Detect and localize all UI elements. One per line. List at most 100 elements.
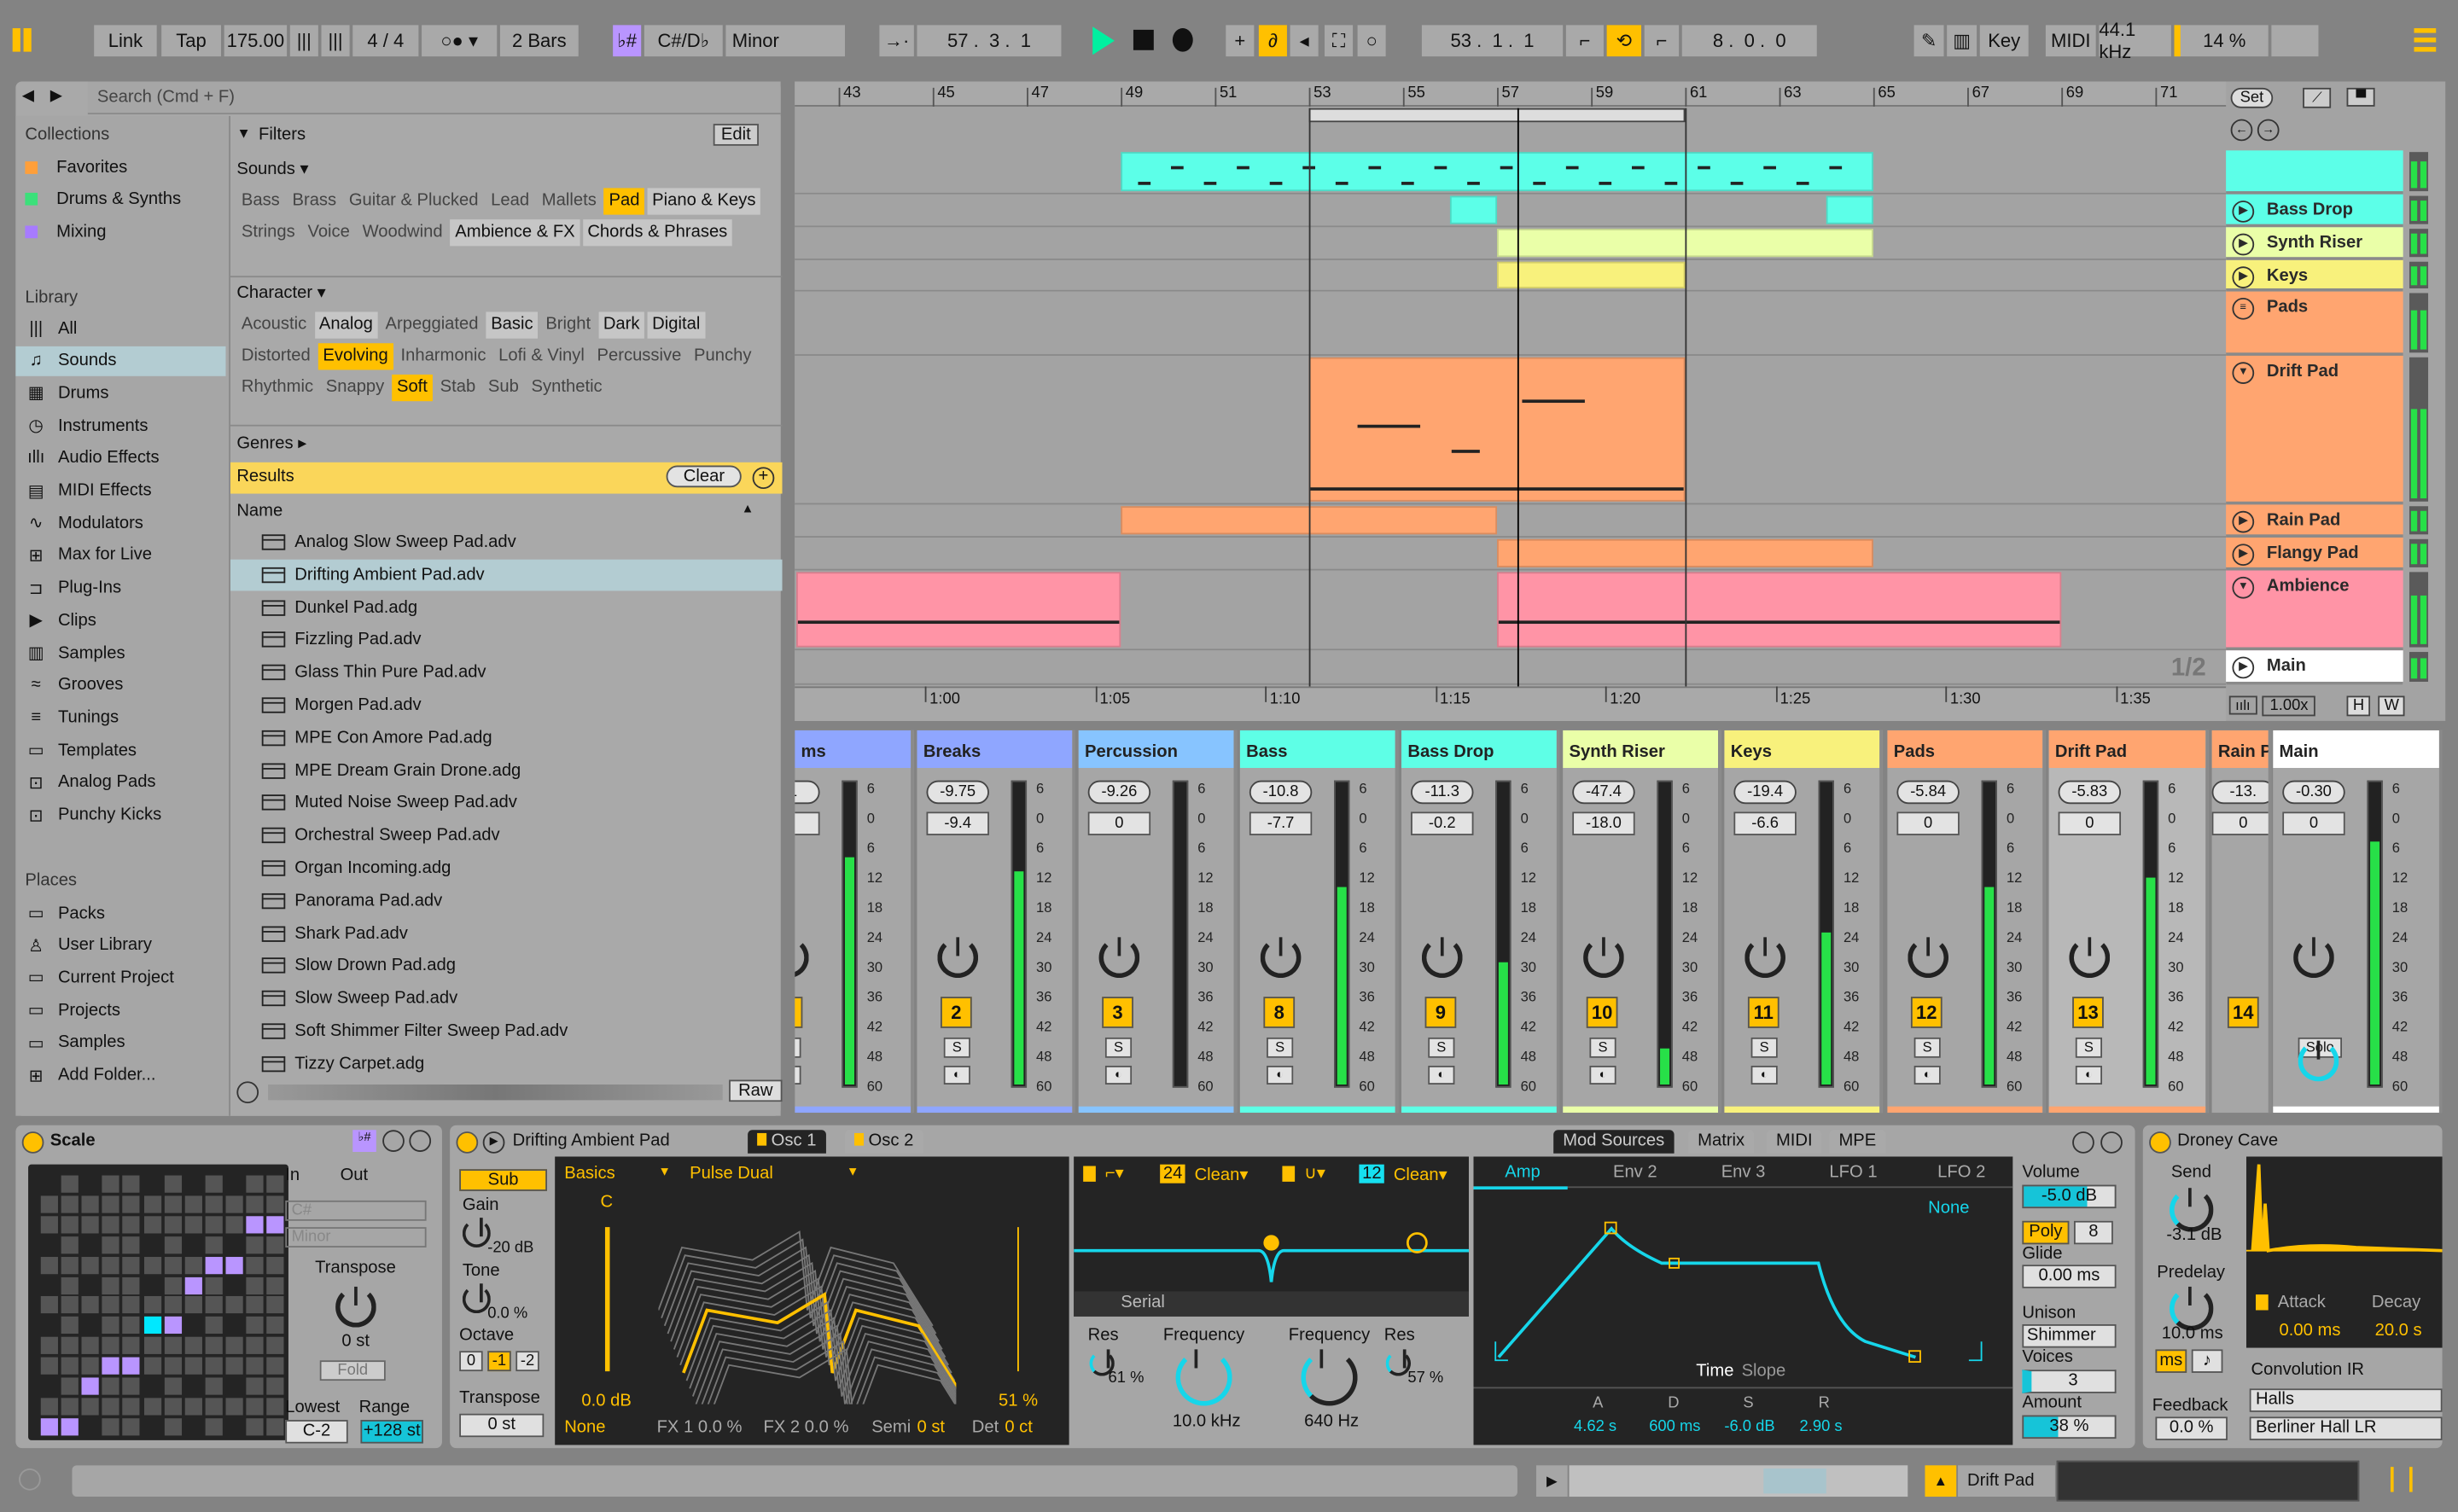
sort-icon[interactable]: ▲: [742, 502, 754, 516]
solo-button[interactable]: S: [1267, 1037, 1294, 1058]
filter-tag-sub[interactable]: Sub: [483, 375, 523, 401]
level-slider[interactable]: [604, 1227, 610, 1372]
monitor-button[interactable]: ◐: [1750, 1065, 1778, 1085]
raw-button[interactable]: Raw: [729, 1079, 783, 1102]
filter-tag-ambience-fx[interactable]: Ambience & FX: [450, 219, 580, 247]
sidebar-item-projects[interactable]: ▭ Projects: [15, 995, 225, 1025]
tab-osc-1[interactable]: Osc 1: [748, 1130, 826, 1154]
volume-readout[interactable]: -9.75: [926, 780, 989, 805]
envelope-curve[interactable]: [1489, 1216, 1991, 1373]
scale-cell[interactable]: [225, 1357, 243, 1375]
play-icon[interactable]: ▶: [2232, 266, 2255, 288]
scale-grid[interactable]: [28, 1164, 288, 1440]
sidebar-item-midi-effects[interactable]: ▤ MIDI Effects: [15, 475, 225, 505]
preview-toggle-icon[interactable]: [236, 1081, 259, 1104]
filter-tag-woodwind[interactable]: Woodwind: [358, 219, 447, 246]
scale-cell[interactable]: [102, 1357, 120, 1375]
scale-cell[interactable]: [266, 1256, 284, 1274]
time-tab[interactable]: Time: [1696, 1362, 1733, 1381]
scale-cell[interactable]: [40, 1398, 58, 1416]
tempo-field[interactable]: 175.00: [224, 25, 288, 57]
osc-category-dropdown[interactable]: Basics: [564, 1165, 615, 1183]
scale-cell[interactable]: [61, 1236, 79, 1253]
scale-cell[interactable]: [205, 1276, 223, 1294]
solo-button[interactable]: S: [943, 1037, 970, 1058]
monitor-button[interactable]: ◐: [1589, 1065, 1616, 1085]
send-field[interactable]: 0: [1896, 811, 1960, 835]
clip[interactable]: [1308, 357, 1686, 502]
link-button[interactable]: Link: [94, 25, 157, 57]
scale-cell[interactable]: [164, 1337, 182, 1355]
scale-cell[interactable]: [61, 1377, 79, 1395]
filter-tag-chords-phrases[interactable]: Chords & Phrases: [582, 219, 732, 247]
range-field[interactable]: +128 st: [360, 1420, 423, 1444]
back-to-arrangement-icon[interactable]: ◂: [1290, 25, 1319, 57]
punch-out-icon[interactable]: ⌐: [1644, 25, 1680, 57]
track-activator-button[interactable]: 10: [1586, 997, 1618, 1028]
scale-cell[interactable]: [205, 1236, 223, 1253]
loop-brace[interactable]: [1308, 108, 1686, 123]
punch-in-icon[interactable]: ⌐: [1565, 25, 1604, 57]
time-signature-field[interactable]: 4 / 4: [352, 25, 419, 57]
track-title-bar[interactable]: Drift Pad: [2048, 730, 2206, 768]
scale-cell[interactable]: [102, 1296, 120, 1314]
scale-cell[interactable]: [102, 1276, 120, 1294]
volume-readout[interactable]: -19.4: [1733, 780, 1797, 805]
scale-cell[interactable]: [246, 1296, 264, 1314]
volume-readout[interactable]: -47.4: [1572, 780, 1635, 805]
volume-readout[interactable]: -5.84: [1896, 780, 1960, 805]
scale-cell[interactable]: [164, 1276, 182, 1294]
clip[interactable]: [796, 572, 1121, 648]
scale-cell[interactable]: [184, 1276, 202, 1294]
scale-cell[interactable]: [184, 1175, 202, 1193]
octave-minus1-button[interactable]: -1: [487, 1351, 511, 1372]
scale-cell[interactable]: [225, 1195, 243, 1213]
preview-waveform[interactable]: [268, 1084, 723, 1101]
ir-category-dropdown[interactable]: Halls: [2249, 1388, 2443, 1412]
scale-cell[interactable]: [184, 1377, 202, 1395]
track-header-ambience[interactable]: ▼ Ambience: [2226, 570, 2403, 651]
scale-cell[interactable]: [102, 1215, 120, 1234]
scale-cell[interactable]: [225, 1337, 243, 1355]
track-activator-button[interactable]: 13: [2072, 997, 2104, 1028]
filter1-toggle[interactable]: [1083, 1166, 1096, 1182]
scale-cell[interactable]: [205, 1215, 223, 1234]
keyboard-icon[interactable]: ▥: [1947, 25, 1977, 57]
character-filter-dropdown[interactable]: Character ▾: [236, 282, 325, 302]
result-item[interactable]: MPE Con Amore Pad.adg: [230, 722, 783, 753]
track-header-bass[interactable]: [2226, 150, 2403, 195]
filter1-slope[interactable]: 24: [1160, 1164, 1186, 1183]
scale-cell[interactable]: [40, 1276, 58, 1294]
scale-cell[interactable]: [102, 1195, 120, 1213]
filter-tag-acoustic[interactable]: Acoustic: [236, 312, 311, 339]
adsr-value-a[interactable]: 4.62 s: [1574, 1418, 1616, 1435]
attack-value[interactable]: 0.00 ms: [2280, 1321, 2341, 1340]
tap-button[interactable]: Tap: [161, 25, 221, 57]
loop-start-field[interactable]: 53 . 1 . 1: [1421, 25, 1564, 57]
scale-cell[interactable]: [122, 1215, 141, 1234]
scale-cell[interactable]: [122, 1256, 141, 1274]
track-header-keys[interactable]: ▶ Keys: [2226, 259, 2403, 292]
scale-cell[interactable]: [122, 1398, 141, 1416]
track-lane[interactable]: [795, 150, 2227, 195]
info-icon[interactable]: [19, 1468, 41, 1491]
sidebar-item-drums[interactable]: ▦ Drums: [15, 378, 225, 408]
track-activator-button[interactable]: 3: [1102, 997, 1133, 1028]
feedback-field[interactable]: 0.0 %: [2155, 1416, 2228, 1440]
sidebar-item-add-folder[interactable]: ⊞ Add Folder...: [15, 1061, 225, 1090]
solo-button[interactable]: S: [2075, 1037, 2103, 1058]
edit-filters-button[interactable]: Edit: [713, 124, 759, 146]
hot-swap-icon[interactable]: [382, 1130, 405, 1152]
send-field[interactable]: 0: [2282, 811, 2345, 835]
overdub-icon[interactable]: +: [1226, 25, 1255, 57]
scale-cell[interactable]: [143, 1195, 161, 1213]
tab-osc-2[interactable]: Osc 2: [844, 1130, 923, 1154]
lock-icon[interactable]: ▀: [2346, 87, 2376, 107]
search-input[interactable]: Search (Cmd + F): [87, 81, 781, 115]
clear-button[interactable]: Clear: [666, 465, 743, 488]
scale-cell[interactable]: [205, 1317, 223, 1335]
filter-tag-lofi-vinyl[interactable]: Lofi & Vinyl: [494, 343, 590, 369]
midi-map-button[interactable]: MIDI: [2045, 25, 2096, 57]
track-activator-button[interactable]: 2: [941, 997, 972, 1028]
filter-tag-mallets[interactable]: Mallets: [537, 188, 601, 214]
